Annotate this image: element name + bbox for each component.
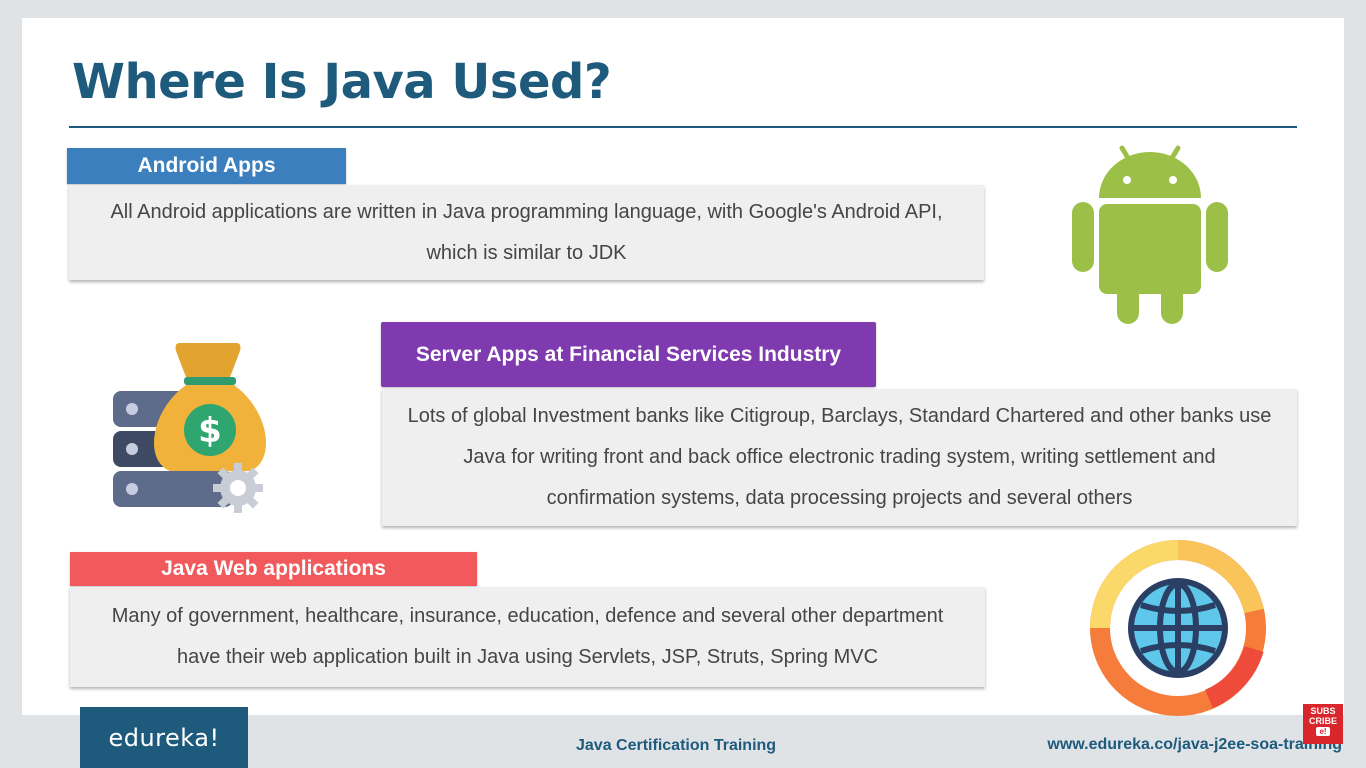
android-apps-text-line: which is similar to JDK [426,241,627,264]
android-apps-text-line: All Android applications are written in … [110,200,943,223]
java-web-apps-card: Many of government, healthcare, insuranc… [70,587,985,687]
globe-icon [1090,540,1266,716]
slide: Where Is Java Used? Android Apps All And… [22,18,1344,716]
server-apps-text-line: confirmation systems, data processing pr… [546,487,1133,509]
android-apps-card: All Android applications are written in … [69,185,984,280]
java-web-apps-label: Java Web applications [70,552,477,586]
android-robot-icon [1072,145,1228,324]
server-apps-label: Server Apps at Financial Services Indust… [381,322,876,387]
subscribe-button[interactable]: SUBS CRIBE e! [1303,704,1343,744]
footer-url[interactable]: www.edureka.co/java-j2ee-soa-training [1047,736,1342,754]
svg-text:$: $ [198,411,222,451]
slide-title: Where Is Java Used? [72,54,612,110]
title-divider [69,126,1297,128]
server-apps-text-line: Java for writing front and back office e… [463,446,1216,468]
server-apps-text-line: Lots of global Investment banks like Cit… [407,405,1272,427]
play-icon: e! [1316,727,1330,736]
subscribe-text: SUBS [1310,706,1336,716]
subscribe-text: CRIBE [1308,716,1337,726]
money-bag-server-icon: $ [113,343,266,513]
server-apps-card: Lots of global Investment banks like Cit… [382,389,1297,526]
java-web-apps-text-line: Many of government, healthcare, insuranc… [111,605,944,627]
edureka-logo: edureka! [80,707,248,768]
java-web-apps-text-line: have their web application built in Java… [176,646,879,668]
android-apps-label: Android Apps [67,148,346,184]
footer-course-title: Java Certification Training [576,737,777,754]
